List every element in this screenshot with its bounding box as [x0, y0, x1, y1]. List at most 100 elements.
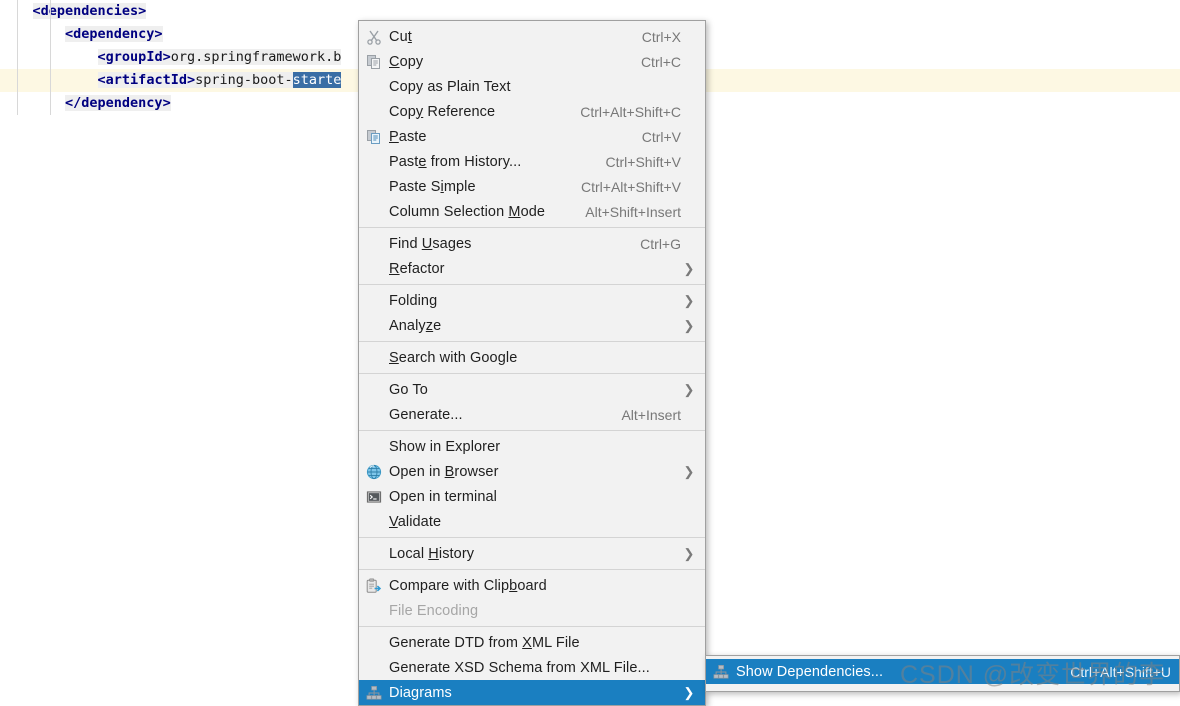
menu-item-copy-reference[interactable]: Copy Reference Ctrl+Alt+Shift+C	[359, 99, 705, 124]
editor-context-menu[interactable]: Cut Ctrl+X Copy Ctrl+C Copy as Plain Text Cop…	[358, 20, 706, 706]
no-icon	[359, 377, 389, 402]
menu-item-shortcut: Ctrl+V	[641, 128, 681, 145]
submenu-item-shortcut: Ctrl+Alt+Shift+U	[1070, 663, 1171, 680]
menu-item-label: Generate XSD Schema from XML File...	[389, 659, 650, 676]
menu-item-label: Refactor	[389, 260, 445, 277]
no-icon	[359, 509, 389, 534]
submenu-item-show-dependencies[interactable]: Show Dependencies... Ctrl+Alt+Shift+U	[706, 659, 1179, 684]
menu-item-shortcut: Ctrl+Alt+Shift+C	[580, 103, 681, 120]
no-icon	[359, 256, 389, 281]
menu-item-generate[interactable]: Generate... Alt+Insert	[359, 402, 705, 427]
menu-item-local-history[interactable]: Local History ❯	[359, 541, 705, 566]
diagrams-submenu[interactable]: Show Dependencies... Ctrl+Alt+Shift+U	[705, 655, 1180, 692]
indent-guide	[50, 46, 51, 69]
menu-item-copy[interactable]: Copy Ctrl+C	[359, 49, 705, 74]
menu-item-copy-as-plain-text[interactable]: Copy as Plain Text	[359, 74, 705, 99]
menu-item-label: Column Selection Mode	[389, 203, 546, 220]
menu-item-shortcut: Alt+Insert	[621, 406, 681, 423]
menu-item-label: Analyze	[389, 317, 442, 334]
menu-separator	[359, 626, 705, 627]
code-token: <groupId>	[97, 49, 171, 65]
menu-item-cut[interactable]: Cut Ctrl+X	[359, 24, 705, 49]
diagram-icon	[359, 680, 389, 705]
menu-item-column-selection-mode[interactable]: Column Selection Mode Alt+Shift+Insert	[359, 199, 705, 224]
menu-item-label: Search with Google	[389, 349, 518, 366]
no-icon	[359, 541, 389, 566]
chevron-right-icon: ❯	[683, 292, 695, 308]
menu-separator	[359, 430, 705, 431]
chevron-right-icon: ❯	[683, 463, 695, 479]
menu-item-label: Find Usages	[389, 235, 472, 252]
menu-item-generate-dtd-from-xml-file[interactable]: Generate DTD from XML File	[359, 630, 705, 655]
menu-item-folding[interactable]: Folding ❯	[359, 288, 705, 313]
menu-item-show-in-explorer[interactable]: Show in Explorer	[359, 434, 705, 459]
cut-icon	[359, 24, 389, 49]
menu-item-paste-simple[interactable]: Paste Simple Ctrl+Alt+Shift+V	[359, 174, 705, 199]
menu-item-label: Paste Simple	[389, 178, 476, 195]
chevron-right-icon: ❯	[683, 545, 695, 561]
chevron-right-icon: ❯	[683, 684, 695, 700]
menu-item-generate-xsd-schema-from-xml-file[interactable]: Generate XSD Schema from XML File...	[359, 655, 705, 680]
menu-item-label: Validate	[389, 513, 442, 530]
menu-item-open-in-terminal[interactable]: Open in terminal	[359, 484, 705, 509]
indent-guide	[50, 92, 51, 115]
no-icon	[359, 402, 389, 427]
menu-item-go-to[interactable]: Go To ❯	[359, 377, 705, 402]
menu-separator	[359, 341, 705, 342]
no-icon	[359, 345, 389, 370]
menu-item-diagrams[interactable]: Diagrams ❯	[359, 680, 705, 705]
no-icon	[359, 149, 389, 174]
menu-item-find-usages[interactable]: Find Usages Ctrl+G	[359, 231, 705, 256]
menu-item-analyze[interactable]: Analyze ❯	[359, 313, 705, 338]
indent-guide	[50, 69, 51, 92]
menu-item-label: Diagrams	[389, 684, 452, 701]
menu-item-label: Local History	[389, 545, 475, 562]
paste-icon	[359, 124, 389, 149]
menu-item-shortcut: Alt+Shift+Insert	[585, 203, 681, 220]
menu-item-shortcut: Ctrl+Shift+V	[605, 153, 681, 170]
code-token: </dependency>	[65, 95, 171, 111]
compare-clipboard-icon	[359, 573, 389, 598]
diagram-icon	[706, 659, 736, 684]
menu-item-shortcut: Ctrl+Alt+Shift+V	[581, 178, 681, 195]
code-token: org.springframework.b	[170, 49, 342, 65]
menu-item-label: Copy as Plain Text	[389, 78, 511, 95]
menu-item-label: Go To	[389, 381, 428, 398]
menu-item-label: File Encoding	[389, 602, 479, 619]
no-icon	[359, 99, 389, 124]
menu-item-paste[interactable]: Paste Ctrl+V	[359, 124, 705, 149]
menu-item-shortcut: Ctrl+X	[641, 28, 681, 45]
menu-item-search-with-google[interactable]: Search with Google	[359, 345, 705, 370]
menu-item-label: Compare with Clipboard	[389, 577, 547, 594]
menu-item-compare-with-clipboard[interactable]: Compare with Clipboard	[359, 573, 705, 598]
no-icon	[359, 231, 389, 256]
menu-separator	[359, 284, 705, 285]
menu-separator	[359, 227, 705, 228]
chevron-right-icon: ❯	[683, 381, 695, 397]
menu-item-refactor[interactable]: Refactor ❯	[359, 256, 705, 281]
menu-item-label: Copy Reference	[389, 103, 496, 120]
menu-item-label: Generate...	[389, 406, 463, 423]
no-icon	[359, 598, 389, 623]
indent-guide	[17, 23, 18, 46]
menu-separator	[359, 373, 705, 374]
menu-item-label: Show in Explorer	[389, 438, 501, 455]
chevron-right-icon: ❯	[683, 317, 695, 333]
submenu-item-label: Show Dependencies...	[736, 663, 884, 680]
menu-item-shortcut: Ctrl+G	[640, 235, 681, 252]
menu-item-open-in-browser[interactable]: Open in Browser ❯	[359, 459, 705, 484]
no-icon	[359, 630, 389, 655]
no-icon	[359, 434, 389, 459]
menu-item-label: Paste	[389, 128, 427, 145]
indent-guide	[17, 69, 18, 92]
code-token: spring-boot-	[195, 72, 293, 88]
menu-item-label: Generate DTD from XML File	[389, 634, 580, 651]
indent-guide	[17, 46, 18, 69]
menu-item-label: Open in Browser	[389, 463, 499, 480]
copy-icon	[359, 49, 389, 74]
menu-item-paste-from-history[interactable]: Paste from History... Ctrl+Shift+V	[359, 149, 705, 174]
menu-item-validate[interactable]: Validate	[359, 509, 705, 534]
